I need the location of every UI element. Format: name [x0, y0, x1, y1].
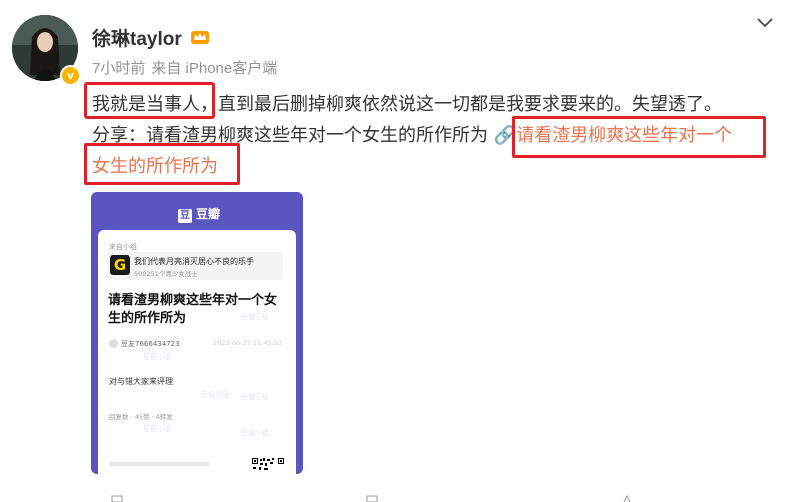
post-text-rest: 直到最后删掉柳爽依然说这一切都是我要求要来的。失望透了。	[218, 94, 722, 115]
verified-badge-icon: v	[60, 65, 81, 86]
post-time[interactable]: 7小时前	[92, 60, 145, 77]
comment-icon[interactable]	[365, 494, 379, 502]
watermark: 豆瓣小组	[143, 425, 171, 433]
post-text-line1: 我就是当事人，直到最后删掉柳爽依然说这一切都是我要求要来的。失望透了。	[92, 90, 722, 116]
watermark: 豆瓣小组	[241, 313, 269, 321]
douban-logo-icon: 豆	[178, 209, 192, 223]
post-highlight: 我就是当事人，	[92, 94, 218, 115]
post-source: 来自 iPhone客户端	[151, 60, 278, 77]
link-highlight-box	[512, 116, 766, 158]
group-members: 500251个青少女战士	[134, 270, 198, 278]
watermark: 豆瓣小组	[143, 353, 171, 361]
shared-image-card[interactable]: 豆豆瓣 来自小组 G 我们代表月亮消灭居心不良的乐手 500251个青少女战士 …	[91, 192, 303, 474]
crown-badge-icon[interactable]	[190, 27, 210, 47]
card-author: 豆友7666434723	[121, 340, 180, 348]
brand-name: 豆瓣	[196, 207, 221, 221]
qr-code-icon	[251, 457, 285, 473]
group-info: G 我们代表月亮消灭居心不良的乐手 500251个青少女战士	[107, 252, 283, 280]
card-date: 2023-06-27 11:45:53	[213, 339, 283, 347]
post-meta: 7小时前 来自 iPhone客户端	[92, 57, 283, 78]
card-post-title: 请看渣男柳爽这些年对一个女生的所作所为	[108, 293, 278, 326]
group-g-icon: G	[110, 255, 130, 275]
douban-brand: 豆豆瓣	[178, 205, 220, 223]
watermark: 豆瓣小组	[201, 391, 229, 399]
repost-icon[interactable]	[110, 494, 124, 502]
author-avatar	[109, 339, 118, 348]
group-name: 我们代表月亮消灭居心不良的乐手	[134, 257, 254, 266]
like-icon[interactable]	[620, 494, 634, 502]
card-body: 对与错大家来评理	[109, 377, 173, 386]
card-stats: 回复数 · 45赞 · 4转发	[109, 413, 173, 421]
username[interactable]: 徐琳taylor	[92, 24, 182, 51]
chevron-down-icon[interactable]	[754, 14, 776, 30]
link-highlight-box-2	[84, 143, 240, 185]
watermark: 豆瓣小组	[241, 429, 269, 437]
watermark: 豆瓣小组	[241, 393, 269, 401]
truncated-text	[109, 462, 209, 466]
from-label: 来自小组	[109, 243, 137, 251]
